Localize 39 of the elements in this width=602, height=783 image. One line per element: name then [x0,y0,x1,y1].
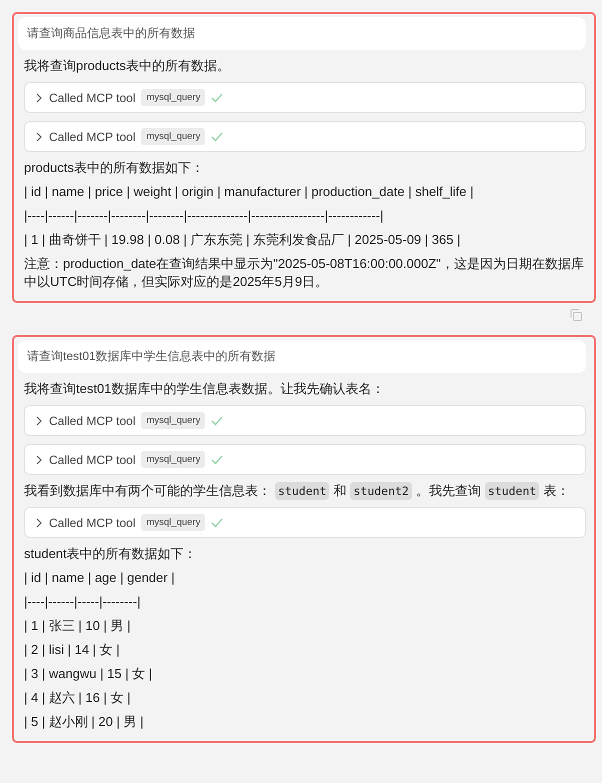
message-text: | 1 | 曲奇饼干 | 19.98 | 0.08 | 广东东莞 | 东莞利发食品厂 | 2025-05-09 | 365 | [24,231,462,249]
message-text: 我将查询test01数据库中的学生信息表数据。让我先确认表名： [24,380,386,398]
message-text: 注意：production_date在查询结果中显示为"2025-05-08T16:00:00.000Z"，这是因为日期在数据库中以UTC时间存储，但实际对应的是2025年5月9日。 [24,255,585,291]
message-text: | 3 | wangwu | 15 | 女 | [24,665,154,683]
tool-call-row[interactable]: Called MCP tool mysql_query [24,405,586,436]
tool-name-tag: mysql_query [141,514,206,531]
tool-call-label: Called MCP tool [49,516,136,530]
message-text: products表中的所有数据如下： [24,159,205,177]
message-text: | 1 | 张三 | 10 | 男 | [24,617,132,635]
message-text: | 4 | 赵六 | 16 | 女 | [24,689,132,707]
tool-call-row[interactable]: Called MCP tool mysql_query [24,82,586,113]
tool-call-label: Called MCP tool [49,452,136,466]
chevron-icon [35,454,43,464]
tool-name-tag: mysql_query [141,451,206,468]
tool-call-label: Called MCP tool [49,414,136,428]
message-text: 我将查询products表中的所有数据。 [24,57,231,75]
chevron-icon [35,416,43,426]
message-text: | 2 | lisi | 14 | 女 | [24,641,121,659]
tool-call-row[interactable]: Called MCP tool mysql_query [24,444,586,475]
user-query: 请查询商品信息表中的所有数据 [18,17,586,50]
message-text: student表中的所有数据如下： [24,545,198,563]
copy-icon[interactable] [570,309,582,321]
tool-call-row[interactable]: Called MCP tool mysql_query [24,121,586,152]
tool-name-tag: mysql_query [141,89,206,106]
chevron-icon [35,518,43,528]
message-text: 我看到数据库中有两个可能的学生信息表： student 和 student2 。我先查询 student 表： [24,481,570,502]
message-text: |----|------|-------|--------|--------|--------------|-----------------|------------| [24,207,384,225]
tool-call-label: Called MCP tool [49,130,136,144]
message-text: | id | name | price | weight | origin | manufacturer | production_date | shelf_life | [24,183,475,201]
tool-call-label: Called MCP tool [49,90,136,104]
message-text: | 5 | 赵小刚 | 20 | 男 | [24,713,144,731]
chevron-icon [35,132,43,142]
message-text: |----|------|-----|--------| [24,593,142,611]
user-query: 请查询test01数据库中学生信息表中的所有数据 [18,340,586,373]
tool-call-row[interactable]: Called MCP tool mysql_query [24,507,586,538]
message-text: | id | name | age | gender | [24,569,176,587]
tool-name-tag: mysql_query [141,128,206,145]
chevron-icon [35,92,43,102]
tool-name-tag: mysql_query [141,412,206,429]
